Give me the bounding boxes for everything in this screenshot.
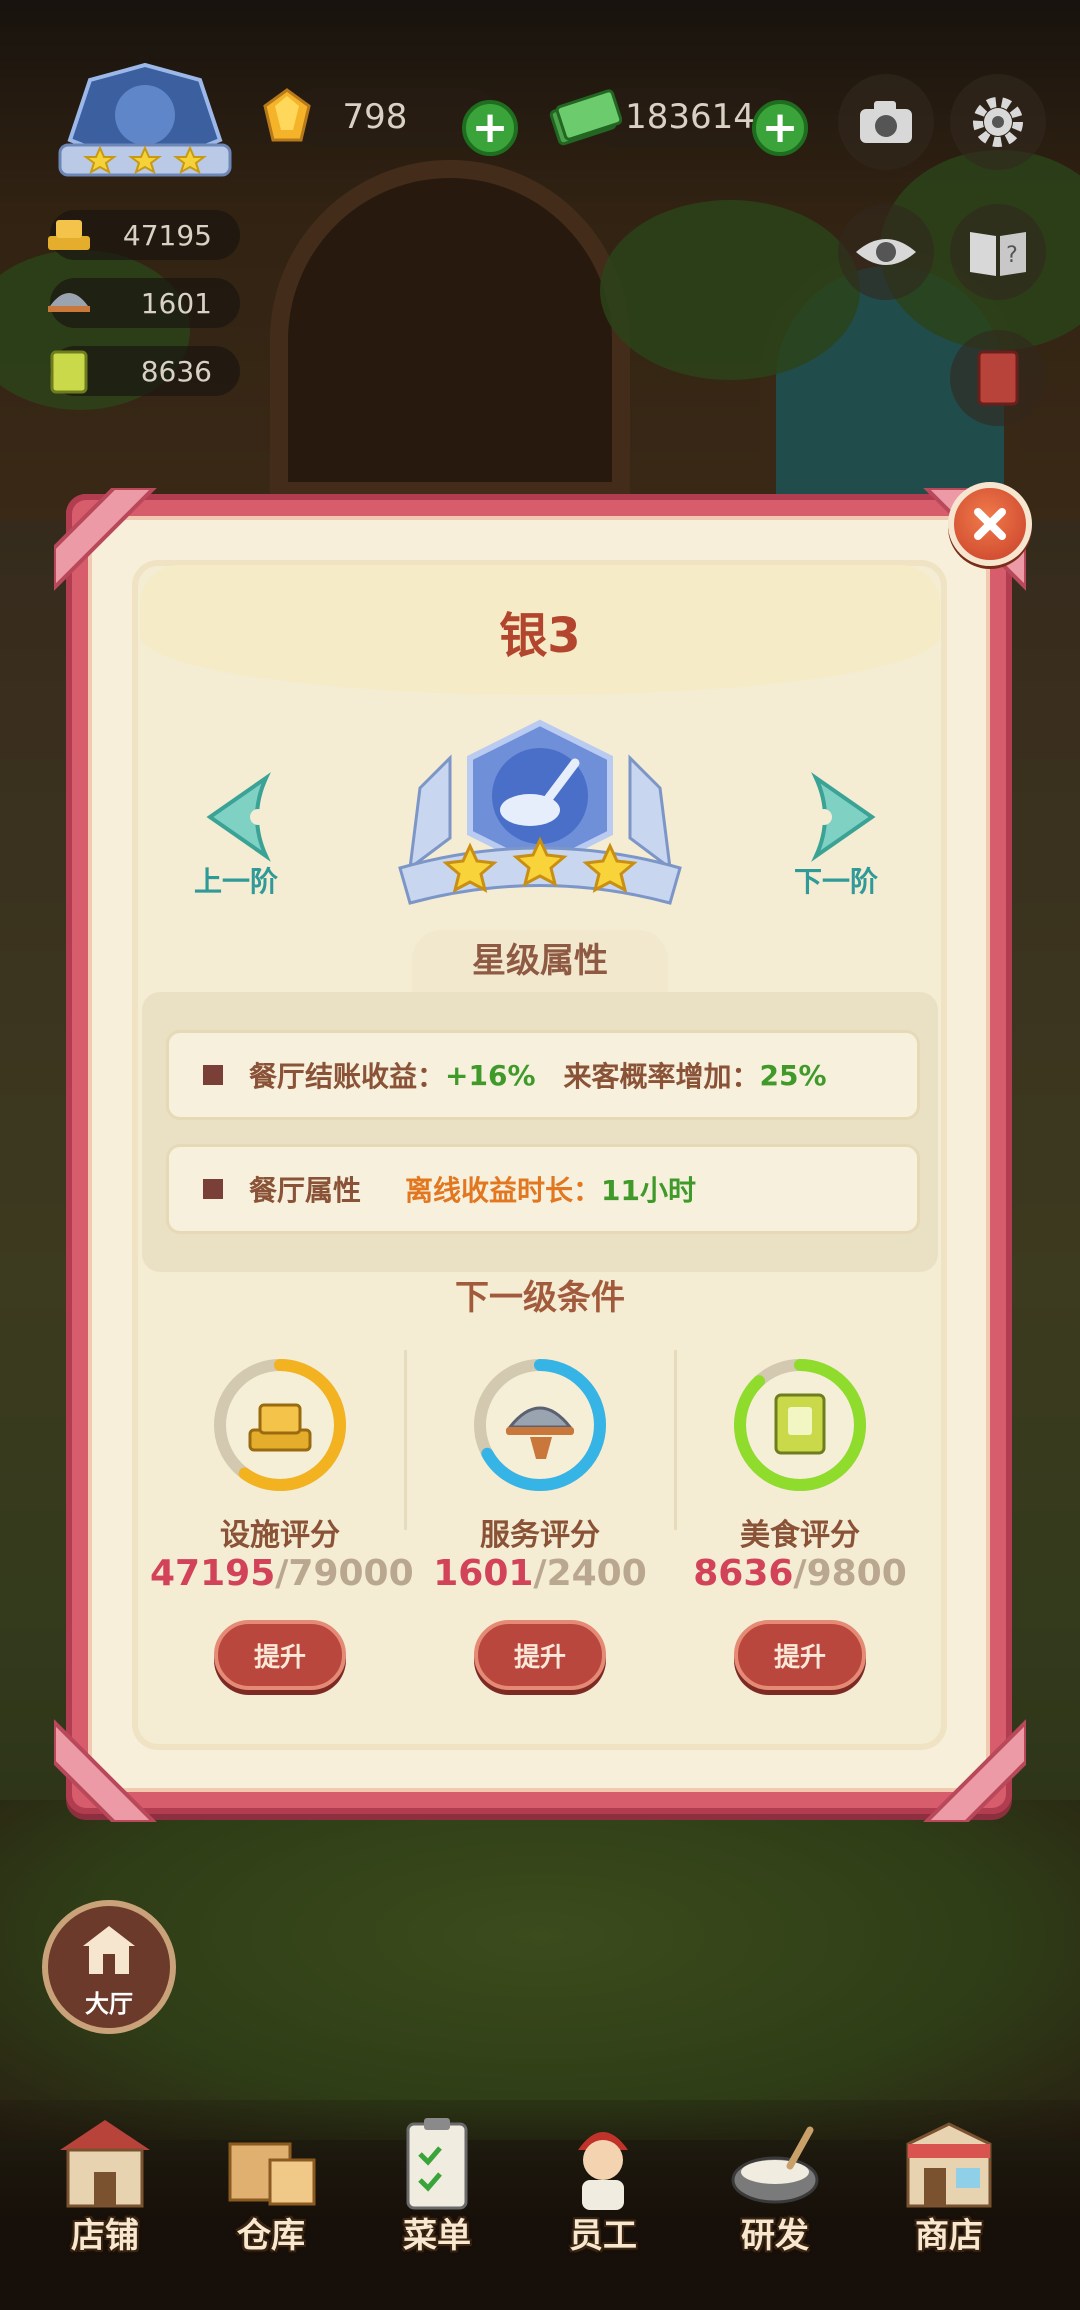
service-progress-ring	[474, 1359, 606, 1491]
required-score: /9800	[793, 1553, 907, 1594]
hall-label: 大厅	[85, 1990, 133, 2018]
svg-text:?: ?	[1006, 243, 1018, 268]
help-book-icon: ?	[970, 232, 1026, 276]
attribute-row: 餐厅属性 离线收益时长： 11小时	[166, 1144, 920, 1234]
cash-icon	[549, 89, 622, 146]
cash-count: 183614	[625, 97, 755, 137]
facility-progress-ring	[214, 1359, 346, 1491]
gear-icon	[973, 97, 1023, 147]
hall-house-icon	[83, 1926, 135, 1974]
condition-score: 47195/79000	[150, 1553, 414, 1594]
gem-count: 798	[342, 97, 408, 137]
nav-label: 员工	[569, 2216, 637, 2256]
facility-stat-value: 47195	[122, 218, 212, 252]
store-icon	[906, 2122, 992, 2208]
ribbon-corner-bottom-left	[54, 1719, 157, 1822]
restaurant-rank-emblem[interactable]	[50, 60, 240, 190]
restaurant-attribute-label: 餐厅属性	[249, 1174, 362, 1207]
upgrade-food-button[interactable]: 提升	[734, 1620, 866, 1690]
research-pot-icon	[731, 2126, 819, 2204]
customer-chance-value: 25%	[759, 1058, 827, 1092]
nav-menu[interactable]: 菜单	[362, 2100, 512, 2300]
condition-name: 设施评分	[220, 1518, 340, 1553]
facility-icon	[48, 220, 90, 250]
view-toggle-button[interactable]	[838, 204, 934, 300]
prev-rank-arrow-icon[interactable]	[196, 772, 286, 862]
next-level-conditions-title: 下一级条件	[455, 1278, 625, 1318]
condition-name: 服务评分	[480, 1518, 600, 1553]
camera-icon	[860, 101, 912, 143]
current-score: 8636	[693, 1553, 794, 1594]
ribbon-corner-bottom-right	[923, 1719, 1026, 1822]
nav-research[interactable]: 研发	[700, 2100, 850, 2300]
current-score: 1601	[433, 1553, 534, 1594]
current-score: 47195	[150, 1553, 276, 1594]
golden-tray-icon	[248, 1403, 312, 1452]
rank-title: 银3	[499, 608, 581, 664]
checkout-income-value: +16%	[445, 1058, 536, 1092]
staff-icon	[578, 2132, 628, 2210]
nav-label: 店铺	[71, 2216, 139, 2256]
food-stat-value: 8636	[140, 354, 212, 388]
next-rank-label[interactable]: 下一阶	[794, 860, 878, 900]
recipe-book-button[interactable]	[950, 330, 1046, 426]
gem-icon	[263, 88, 311, 142]
condition-name: 美食评分	[740, 1518, 860, 1553]
food-icon	[50, 350, 88, 394]
nav-label: 研发	[741, 2216, 809, 2256]
add-gems-button[interactable]: +	[462, 100, 518, 156]
required-score: /2400	[533, 1553, 647, 1594]
nav-label: 商店	[915, 2216, 983, 2256]
offline-duration-label: 离线收益时长：	[405, 1174, 602, 1207]
settings-button[interactable]	[950, 74, 1046, 170]
bullet-square	[203, 1065, 223, 1085]
nav-staff[interactable]: 员工	[528, 2100, 678, 2300]
red-book-icon	[977, 350, 1019, 406]
warehouse-icon	[228, 2142, 316, 2206]
menu-clipboard-icon	[406, 2118, 468, 2210]
service-icon	[48, 293, 90, 312]
next-rank-arrow-icon[interactable]	[796, 772, 886, 862]
checkout-income-label: 餐厅结账收益：	[249, 1060, 446, 1093]
nav-label: 菜单	[403, 2216, 471, 2256]
upgrade-facility-button[interactable]: 提升	[214, 1620, 346, 1690]
required-score: /79000	[275, 1553, 414, 1594]
nav-shop[interactable]: 店铺	[30, 2100, 180, 2300]
service-stat-value: 1601	[140, 286, 212, 320]
upgrade-service-button[interactable]: 提升	[474, 1620, 606, 1690]
camera-button[interactable]	[838, 74, 934, 170]
guide-button[interactable]: ?	[950, 204, 1046, 300]
condition-score: 1601/2400	[410, 1553, 670, 1594]
silver-rank-badge	[398, 719, 682, 905]
offline-duration-value: 11小时	[601, 1174, 696, 1207]
food-progress-ring	[734, 1359, 866, 1491]
recipe-book-icon	[774, 1393, 826, 1455]
add-cash-button[interactable]: +	[752, 100, 808, 156]
condition-score: 8636/9800	[670, 1553, 930, 1594]
prev-rank-label[interactable]: 上一阶	[194, 860, 278, 900]
condition-service: 服务评分 1601/2400 提升	[410, 1355, 670, 1695]
shop-icon	[60, 2120, 150, 2208]
nav-label: 仓库	[237, 2216, 305, 2256]
condition-food: 美食评分 8636/9800 提升	[670, 1355, 930, 1695]
nav-warehouse[interactable]: 仓库	[196, 2100, 346, 2300]
attribute-row: 餐厅结账收益： +16% 来客概率增加： 25%	[166, 1030, 920, 1120]
condition-facility: 设施评分 47195/79000 提升	[150, 1355, 414, 1695]
star-attributes-title: 星级属性	[412, 930, 668, 992]
customer-chance-label: 来客概率增加：	[563, 1060, 760, 1093]
eye-icon	[856, 239, 916, 265]
close-button[interactable]	[948, 482, 1032, 566]
close-icon	[974, 508, 1006, 540]
nav-store[interactable]: 商店	[874, 2100, 1024, 2300]
bullet-square	[203, 1179, 223, 1199]
hall-button[interactable]: 大厅	[42, 1900, 176, 2034]
